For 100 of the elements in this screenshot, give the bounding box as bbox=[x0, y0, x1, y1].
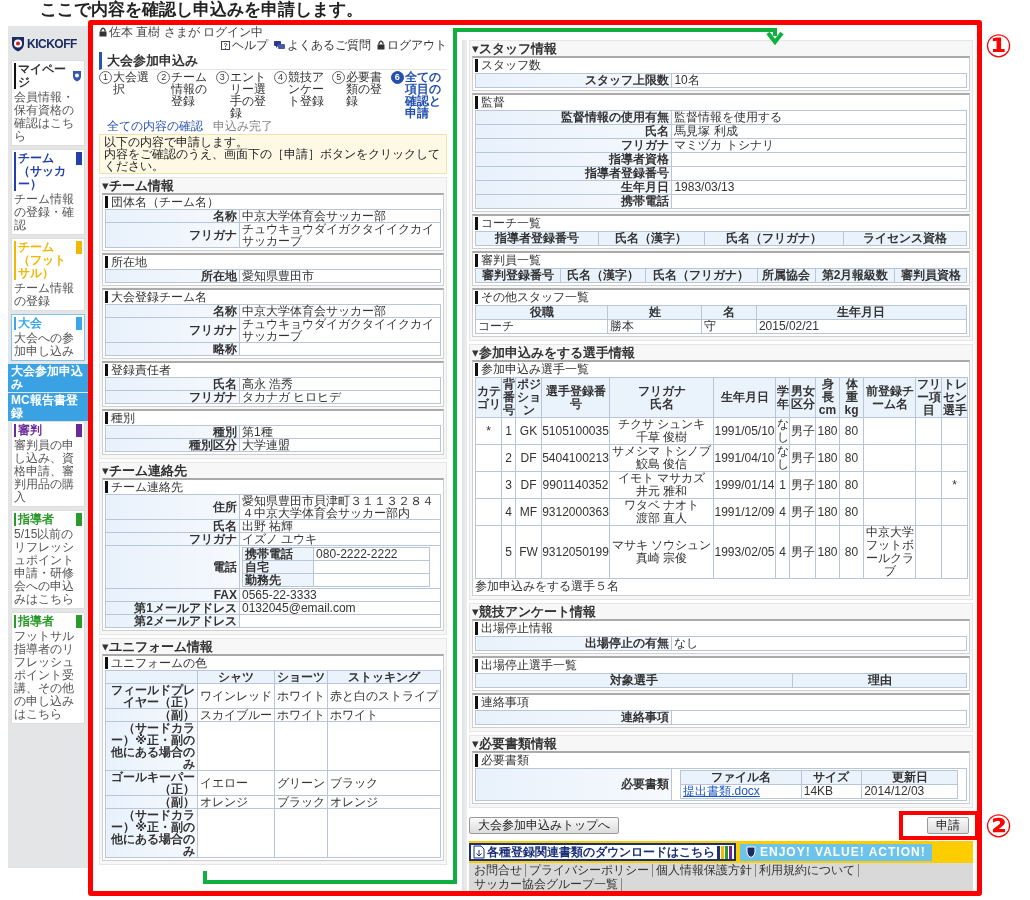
table-cell: 5404100213 bbox=[541, 444, 610, 472]
column-header: 選手登録番号 bbox=[541, 377, 610, 418]
wizard-step: 6 全ての項目の確認と申請 bbox=[390, 71, 447, 119]
table-cell: MF bbox=[515, 498, 542, 526]
document-download-icon bbox=[473, 845, 485, 859]
slogan-text: ENJOY! VALUE! ACTION! bbox=[760, 845, 926, 859]
footer-link[interactable]: 利用規約について bbox=[756, 864, 859, 877]
table-cell: 1991/04/10 bbox=[713, 444, 776, 472]
table-cell: 男子 bbox=[789, 444, 816, 472]
table-cell: 1999/01/14 bbox=[713, 471, 776, 499]
table-cell: 3 bbox=[501, 471, 516, 499]
table-cell: 1991/05/10 bbox=[713, 417, 776, 445]
sidebar-item-title: 大会 bbox=[14, 317, 74, 330]
back-button[interactable]: 大会参加申込みトップへ bbox=[469, 817, 619, 834]
table-cell: 14KB bbox=[801, 784, 862, 799]
table-cell: 9312050199 bbox=[541, 525, 610, 579]
table-cell bbox=[863, 498, 916, 526]
table-cell: 1 bbox=[775, 471, 790, 499]
column-header: 審判員資格 bbox=[894, 268, 967, 283]
sidebar-item[interactable]: 審判 審判員の申し込み、資格申請、審判用品の購入 bbox=[11, 421, 85, 507]
column-header: 姓 bbox=[607, 305, 702, 320]
section-title: ▾参加申込みをする選手情報 bbox=[472, 345, 636, 360]
sidebar-item-title: 審判 bbox=[14, 424, 74, 437]
table-cell: 中京大学フットボールクラブ bbox=[863, 525, 916, 579]
sidebar-item[interactable]: マイページ 会員情報・保有資格の確認はこちら bbox=[11, 60, 85, 146]
step-marker: ① bbox=[985, 28, 1013, 64]
table-cell bbox=[475, 525, 502, 579]
field-label: フリガナ bbox=[105, 222, 240, 248]
wizard-step: 2 チーム情報の登録 bbox=[157, 71, 214, 119]
table-cell bbox=[863, 417, 916, 445]
table-cell: スカイブルー bbox=[197, 708, 275, 722]
table-cell: 5105100035 bbox=[541, 417, 610, 445]
field-value: なし bbox=[671, 636, 967, 651]
download-banner[interactable]: 各種登録関連書類のダウンロードはこちら bbox=[469, 843, 736, 861]
emblem-icon bbox=[72, 70, 82, 82]
table-cell bbox=[941, 498, 968, 526]
section-title: ▾競技アンケート情報 bbox=[472, 604, 597, 619]
table-cell: グリーン bbox=[274, 770, 328, 796]
table-cell: ホワイト bbox=[327, 708, 441, 722]
header-link[interactable]: ログアウト bbox=[377, 39, 447, 51]
column-header: シャツ bbox=[197, 670, 275, 684]
column-header: 身長cm bbox=[815, 377, 840, 418]
field-label: 名称 bbox=[105, 209, 240, 223]
footer-link[interactable]: 個人情報保護方針 bbox=[653, 864, 756, 877]
column-header: 男女区分 bbox=[789, 377, 816, 418]
sidebar-item-description: 5/15以前のリフレッシュポイント申請・研修会への申込みはこちら bbox=[14, 528, 75, 606]
column-header: フリー項目 bbox=[915, 377, 942, 418]
table-cell bbox=[274, 808, 328, 858]
column-header-line: 氏名 bbox=[649, 397, 674, 411]
table-cell: 180 bbox=[815, 417, 840, 445]
table-cell bbox=[915, 471, 942, 499]
footer-link[interactable]: サッカー協会グループ一覧 bbox=[471, 878, 622, 891]
sidebar-item-title: 指導者 bbox=[14, 513, 74, 526]
sidebar-item[interactable]: 指導者 5/15以前のリフレッシュポイント申請・研修会への申込みはこちら bbox=[11, 510, 85, 609]
table-cell bbox=[915, 498, 942, 526]
field-label: 携帯電話 bbox=[242, 547, 314, 561]
row-label: ゴールキーパー（正） bbox=[105, 770, 198, 796]
table-cell bbox=[941, 417, 968, 445]
cell-line: チクサ シュンキ bbox=[616, 418, 707, 431]
table-cell: 2 bbox=[501, 444, 516, 472]
table-cell: ホワイト bbox=[274, 683, 328, 709]
table-cell: 1991/12/09 bbox=[713, 498, 776, 526]
sidebar-item-description: 大会への参加申し込み bbox=[14, 332, 75, 358]
table-cell bbox=[863, 471, 916, 499]
sidebar-item[interactable]: チーム（フットサル） チーム情報の登録 bbox=[11, 238, 85, 311]
table-cell: GK bbox=[515, 417, 542, 445]
table-cell: 4 bbox=[775, 525, 790, 579]
sidebar-item[interactable]: 指導者 フットサル指導者のリフレッシュポイント受講、その他の申し込みはこちら bbox=[11, 612, 85, 724]
table-cell: 2014/12/03 bbox=[861, 784, 958, 799]
table-cell bbox=[475, 444, 502, 472]
file-link[interactable]: 提出書類.docx bbox=[683, 784, 760, 798]
cell-line: 千草 俊樹 bbox=[635, 431, 689, 444]
table-cell bbox=[274, 721, 328, 771]
table-cell: 守 bbox=[701, 319, 757, 334]
table-cell: 180 bbox=[815, 471, 840, 499]
footer-link[interactable]: お問合せ bbox=[471, 864, 526, 877]
table-cell bbox=[915, 444, 942, 472]
field-label: 出場停止の有無 bbox=[475, 636, 672, 651]
table-cell: ブラック bbox=[327, 770, 441, 796]
footer-link[interactable]: プライバシーポリシー bbox=[526, 864, 653, 877]
column-header: サイズ bbox=[801, 770, 862, 785]
cell-line: イモト マサカズ bbox=[616, 472, 707, 485]
table-cell: 勝本 bbox=[607, 319, 702, 334]
table-cell: * bbox=[941, 471, 968, 499]
table-cell: 1993/02/05 bbox=[713, 525, 776, 579]
table-summary: 参加申込みをする選手５名 bbox=[475, 580, 620, 593]
table-cell: 男子 bbox=[789, 498, 816, 526]
table-cell: なし bbox=[775, 444, 790, 472]
header-link[interactable]: よくあるご質問 bbox=[274, 39, 371, 51]
submit-button[interactable]: 申請 bbox=[927, 817, 969, 834]
column-header: 対象選手 bbox=[475, 673, 793, 688]
sidebar-item[interactable]: チーム（サッカー） チーム情報の登録・確認 bbox=[11, 149, 85, 235]
sidebar-item-description: チーム情報の登録・確認 bbox=[14, 193, 75, 232]
cell-line: 真崎 宗俊 bbox=[635, 552, 689, 565]
sidebar-item[interactable]: 大会 大会への参加申し込み bbox=[11, 314, 85, 361]
sidebar-item-description: フットサル指導者のリフレッシュポイント受講、その他の申し込みはこちら bbox=[14, 630, 75, 721]
field-label: 監督情報の使用有無 bbox=[475, 110, 672, 125]
column-header: 理由 bbox=[792, 673, 967, 688]
wizard-step: 4 競技アンケート登録 bbox=[274, 71, 331, 119]
header-link[interactable]: ヘルプ bbox=[221, 39, 268, 51]
